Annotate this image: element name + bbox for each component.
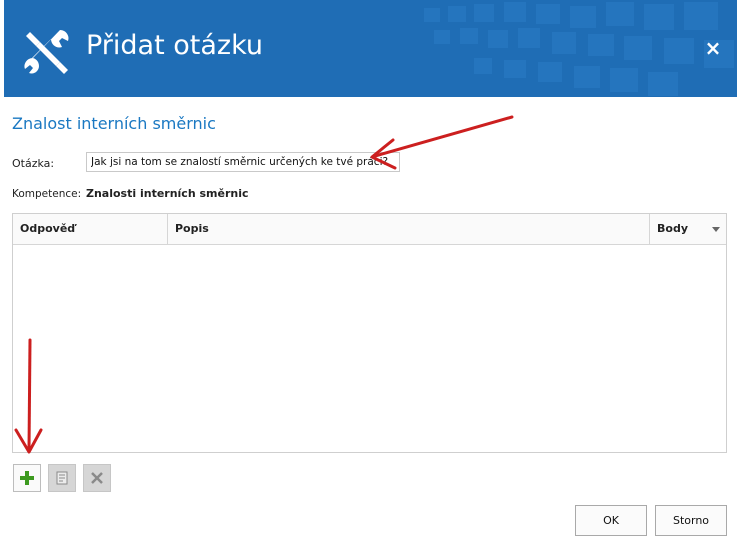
dialog-title: Přidat otázku <box>86 30 264 61</box>
question-label: Otázka: <box>12 157 55 170</box>
edit-answer-button[interactable] <box>48 464 76 492</box>
cancel-button[interactable]: Storno <box>655 505 727 536</box>
close-button[interactable]: × <box>703 38 723 58</box>
add-answer-button[interactable] <box>13 464 41 492</box>
column-header-description[interactable]: Popis <box>167 214 649 244</box>
dialog-header: Přidat otázku × <box>4 0 737 97</box>
column-header-answer[interactable]: Odpověď <box>13 214 167 244</box>
column-header-points[interactable]: Body <box>649 214 726 244</box>
ok-button[interactable]: OK <box>575 505 647 536</box>
delete-icon <box>91 472 103 484</box>
tools-icon <box>24 30 69 74</box>
delete-answer-button[interactable] <box>83 464 111 492</box>
answers-grid[interactable]: Odpověď Popis Body <box>12 213 727 453</box>
grid-header: Odpověď Popis Body <box>13 214 726 245</box>
dropdown-arrow-icon[interactable] <box>712 227 720 232</box>
section-title: Znalost interních směrnic <box>12 114 216 133</box>
question-input[interactable] <box>86 152 400 172</box>
competence-label: Kompetence: <box>12 188 82 200</box>
column-header-points-label: Body <box>657 222 688 235</box>
edit-icon <box>56 471 68 485</box>
competence-value: Znalosti interních směrnic <box>86 187 249 200</box>
plus-icon <box>20 471 34 485</box>
